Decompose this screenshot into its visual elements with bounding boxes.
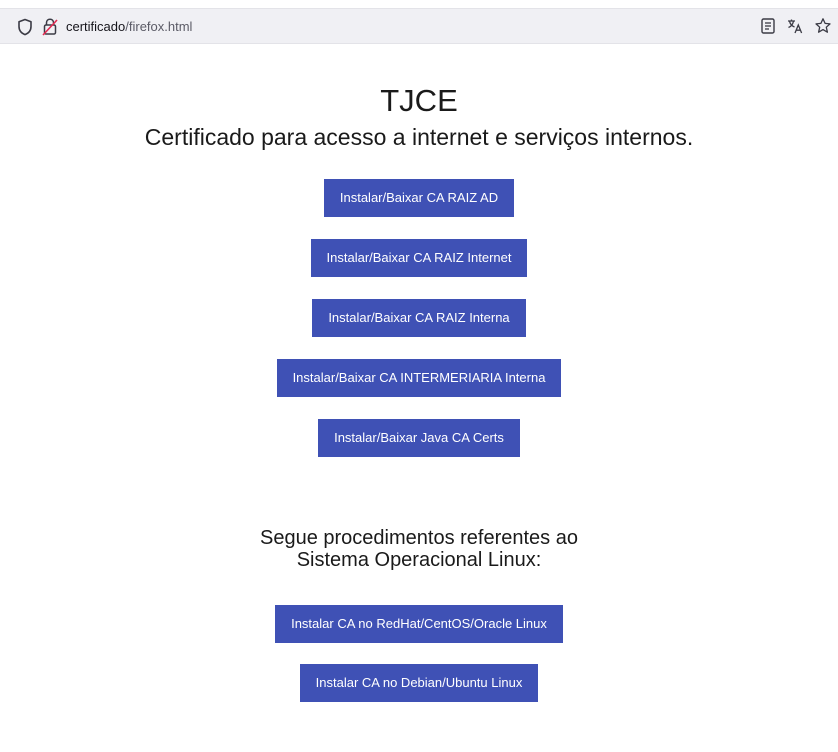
url-host: certificado <box>66 19 126 34</box>
ca-raiz-ad-button[interactable]: Instalar/Baixar CA RAIZ AD <box>323 179 515 217</box>
ca-raiz-internet-button[interactable]: Instalar/Baixar CA RAIZ Internet <box>310 239 528 277</box>
shield-icon[interactable] <box>17 18 33 36</box>
insecure-lock-icon[interactable] <box>41 17 59 37</box>
redhat-centos-oracle-button[interactable]: Instalar CA no RedHat/CentOS/Oracle Linu… <box>275 605 563 643</box>
bookmark-star-icon[interactable] <box>814 17 832 35</box>
url-path: /firefox.html <box>125 19 193 34</box>
translate-icon[interactable] <box>786 17 804 35</box>
page-content: TJCE Certificado para acesso a internet … <box>0 70 838 702</box>
java-ca-certs-button[interactable]: Instalar/Baixar Java CA Certs <box>318 419 520 457</box>
page-title: TJCE <box>380 83 458 118</box>
urlbar-actions <box>760 17 832 35</box>
debian-ubuntu-button[interactable]: Instalar CA no Debian/Ubuntu Linux <box>299 664 539 702</box>
browser-url-bar[interactable]: certificado/firefox.html <box>0 8 838 44</box>
url-text[interactable]: certificado/firefox.html <box>66 19 192 35</box>
linux-heading-line2: Sistema Operacional Linux: <box>296 549 542 571</box>
ca-raiz-interna-button[interactable]: Instalar/Baixar CA RAIZ Interna <box>312 299 526 337</box>
reader-view-icon[interactable] <box>760 17 776 35</box>
ca-intermediaria-interna-button[interactable]: Instalar/Baixar CA INTERMERIARIA Interna <box>276 359 562 397</box>
page-subtitle: Certificado para acesso a internet e ser… <box>144 124 694 150</box>
linux-heading-line1: Segue procedimentos referentes ao <box>260 527 578 549</box>
